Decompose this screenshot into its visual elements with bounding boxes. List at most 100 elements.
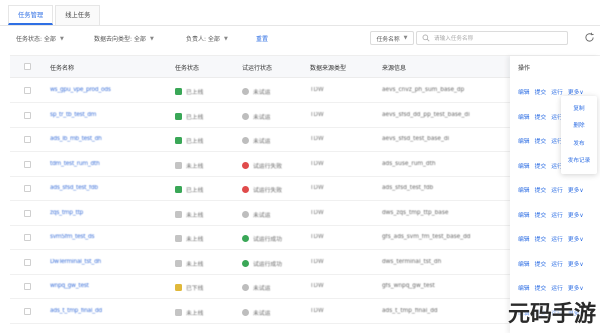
menu-item-publish[interactable]: 发布 — [561, 139, 597, 147]
trial-status-icon — [242, 112, 249, 120]
more-button[interactable]: 更多∨ — [568, 210, 584, 219]
edit-button[interactable]: 编辑 — [518, 112, 530, 121]
chevron-down-icon: ▼ — [223, 35, 228, 42]
tab-online-tasks[interactable]: 线上任务 — [55, 5, 101, 25]
run-button[interactable]: 运行 — [551, 283, 563, 292]
reset-button[interactable]: 重置 — [256, 34, 268, 43]
edit-button[interactable]: 编辑 — [518, 87, 530, 96]
trial-status: 试运行成功 — [242, 259, 282, 268]
owner-filter[interactable]: 负责人: 全部 ▼ — [186, 34, 228, 44]
submit-button[interactable]: 提交 — [535, 161, 547, 170]
trial-status: 未试运 — [242, 136, 270, 145]
task-table: 任务名称 任务状态 试运行状态 数据来源类型 来源信息 ws_gpu_vpe_p… — [10, 55, 600, 333]
data-source-type: TDW — [310, 283, 324, 289]
submit-button[interactable]: 提交 — [535, 136, 547, 145]
source-info: ads_sfsd_test_fdb — [382, 185, 434, 191]
edit-button[interactable]: 编辑 — [518, 210, 530, 219]
more-button[interactable]: 更多∨ — [568, 259, 584, 268]
edit-button[interactable]: 编辑 — [518, 259, 530, 268]
menu-item-publish-history[interactable]: 发布记录 — [561, 156, 597, 164]
edit-button[interactable]: 编辑 — [518, 234, 530, 243]
run-button[interactable]: 运行 — [551, 234, 563, 243]
owner-filter-label: 负责人: 全部 — [186, 36, 220, 43]
menu-item-delete[interactable]: 删除 — [561, 121, 597, 129]
data-source-type-filter[interactable]: 数据去向类型: 全部 ▼ — [94, 34, 154, 44]
task-name-link[interactable]: tdm_test_rum_dth — [50, 161, 100, 167]
trial-status: 试运行失败 — [242, 185, 282, 194]
source-info: gfs_ads_svm_fm_test_base_dd — [382, 234, 471, 240]
row-checkbox[interactable] — [24, 87, 31, 94]
edit-button[interactable]: 编辑 — [518, 136, 530, 145]
source-info: ads_suse_rum_dth — [382, 160, 436, 167]
task-status: 未上线 — [175, 259, 203, 268]
row-checkbox[interactable] — [24, 283, 31, 290]
run-button[interactable]: 运行 — [551, 210, 563, 219]
task-name-link[interactable]: ads_lb_mb_test_dh — [50, 136, 102, 142]
run-button[interactable]: 运行 — [551, 87, 563, 96]
row-checkbox[interactable] — [24, 136, 31, 143]
row-checkbox[interactable] — [24, 307, 31, 315]
source-info: aevs_cnvz_ph_sum_base_dp — [382, 87, 465, 93]
row-checkbox[interactable] — [24, 185, 31, 192]
task-name-link[interactable]: DwTerminal_tst_dh — [50, 259, 101, 265]
task-name-link[interactable]: sp_tr_tb_test_dm — [50, 112, 96, 118]
submit-button[interactable]: 提交 — [535, 185, 547, 194]
refresh-icon[interactable] — [584, 32, 595, 43]
trial-status: 未试运 — [242, 283, 270, 292]
run-button[interactable]: 运行 — [551, 259, 563, 268]
tab-task-management[interactable]: 任务管理 — [8, 5, 54, 25]
edit-button[interactable]: 编辑 — [518, 161, 530, 170]
submit-button[interactable]: 提交 — [535, 234, 547, 243]
select-all-checkbox[interactable] — [24, 63, 31, 70]
status-icon — [175, 88, 182, 95]
header-trial-status: 试运行状态 — [242, 65, 273, 72]
menu-item-copy[interactable]: 复制 — [561, 104, 597, 112]
trial-status-icon — [242, 308, 249, 316]
search-input[interactable]: 请输入任务名称 — [416, 31, 568, 45]
trial-status-text: 试运行失败 — [253, 163, 282, 170]
more-button[interactable]: 更多∨ — [568, 185, 584, 194]
row-actions: 编辑提交运行更多∨ — [518, 87, 584, 96]
submit-button[interactable]: 提交 — [535, 112, 547, 121]
more-button[interactable]: 更多∨ — [568, 87, 584, 96]
edit-button[interactable]: 编辑 — [518, 185, 530, 194]
row-checkbox[interactable] — [24, 258, 31, 266]
source-info: aevs_sfsd_test_base_di — [382, 136, 450, 142]
row-actions: 编辑提交运行更多∨ — [518, 234, 584, 243]
header-data-source-type: 数据来源类型 — [310, 65, 347, 72]
watermark-logo: 元码手游网 — [495, 296, 600, 333]
row-checkbox[interactable] — [24, 234, 31, 241]
submit-button[interactable]: 提交 — [535, 87, 547, 96]
task-name-link[interactable]: wnpq_gw_test — [50, 283, 89, 289]
edit-button[interactable]: 编辑 — [518, 283, 530, 292]
more-button[interactable]: 更多∨ — [568, 234, 584, 243]
trial-status-text: 试运行成功 — [253, 261, 282, 268]
status-icon — [175, 137, 182, 144]
task-name-link[interactable]: ads_sfsd_test_fdb — [50, 185, 98, 191]
search-field-select[interactable]: 任务名称 ▼ — [370, 31, 414, 45]
task-status: 已下线 — [175, 283, 203, 292]
task-name-link[interactable]: ws_gpu_vpe_prod_ods — [50, 87, 111, 93]
task-name-link[interactable]: ads_t_tmp_final_dd — [50, 308, 102, 314]
task-name-link[interactable]: zqs_tmp_ttp — [50, 210, 83, 216]
submit-button[interactable]: 提交 — [535, 210, 547, 219]
submit-button[interactable]: 提交 — [535, 259, 547, 268]
row-checkbox[interactable] — [24, 209, 31, 217]
run-button[interactable]: 运行 — [551, 185, 563, 194]
row-checkbox[interactable] — [24, 111, 31, 119]
data-source-type-filter-label: 数据去向类型: 全部 — [94, 36, 146, 43]
source-info: dws_zqs_tmp_ttp_base — [382, 209, 449, 216]
task-status-text: 已上线 — [186, 188, 204, 194]
data-source-type: TDW — [310, 160, 324, 167]
submit-button[interactable]: 提交 — [535, 283, 547, 292]
row-checkbox[interactable] — [24, 160, 31, 168]
chevron-down-icon: ▼ — [149, 35, 154, 42]
task-status-filter[interactable]: 任务状态: 全部 ▼ — [16, 34, 64, 44]
task-status-text: 未上线 — [186, 261, 204, 268]
header-task-name: 任务名称 — [50, 65, 75, 72]
task-status-text: 未上线 — [186, 237, 204, 243]
task-name-link[interactable]: svmSfm_test_ds — [50, 234, 94, 240]
task-status: 未上线 — [175, 308, 203, 317]
more-button[interactable]: 更多∨ — [568, 283, 584, 292]
source-info: ads_t_tmp_final_dd — [382, 307, 438, 314]
